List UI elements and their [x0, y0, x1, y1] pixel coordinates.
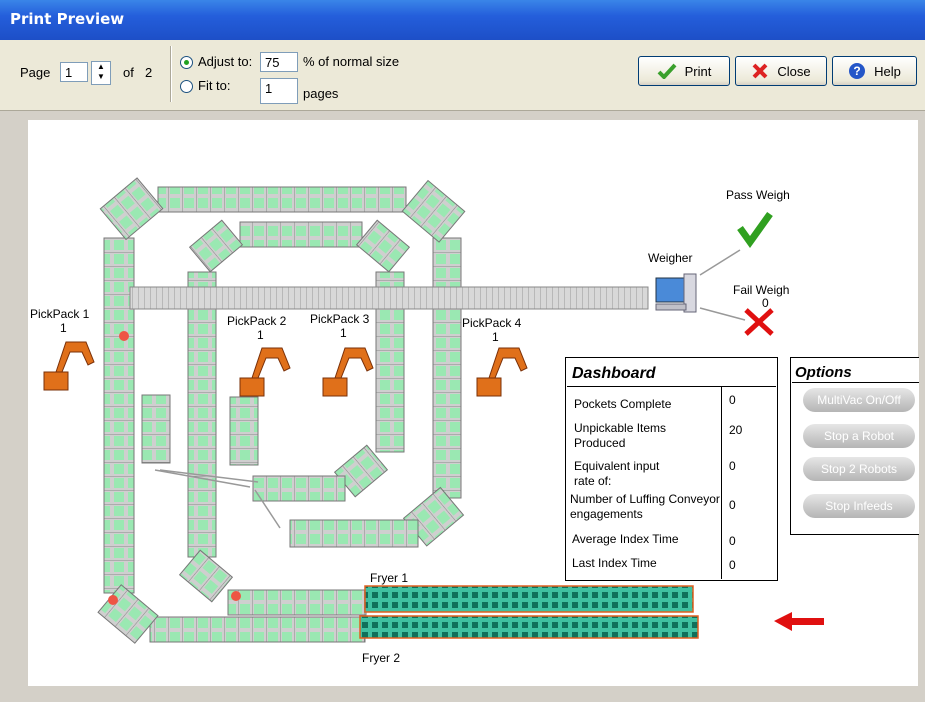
help-icon: ?	[849, 63, 866, 79]
page-number-input[interactable]: 1	[60, 62, 88, 82]
robot-icon	[239, 347, 291, 397]
computer-icon	[655, 273, 697, 313]
pickpack-2-label: PickPack 2	[227, 314, 287, 328]
chevron-down-icon[interactable]: ▼	[92, 72, 110, 82]
pickpack-2-count: 1	[257, 328, 264, 342]
normal-size-label: % of normal size	[303, 54, 400, 69]
conveyor-corner-top-left	[99, 177, 164, 241]
conveyor-fryer1-feed	[227, 589, 367, 616]
dashboard-label: Number of Luffing Conveyor engagements	[570, 492, 720, 521]
dashboard-label: Equivalent input rate of:	[574, 459, 660, 488]
chevron-up-icon[interactable]: ▲	[92, 62, 110, 72]
fit-to-label: Fit to:	[198, 78, 231, 93]
divider	[170, 46, 172, 102]
conveyor-left-inner	[187, 271, 217, 558]
fit-pages-input[interactable]: 1	[260, 78, 298, 104]
checkmark-icon	[657, 63, 677, 79]
title-bar: Print Preview	[0, 0, 925, 40]
conveyor-corner-inner-bottom-left	[178, 549, 234, 603]
divider	[792, 382, 919, 383]
conveyor-right-outer	[432, 237, 462, 499]
help-label: Help	[874, 63, 901, 79]
options-panel: Options MultiVac On/Off Stop a Robot Sto…	[790, 357, 919, 535]
dashboard-value: 0	[729, 558, 736, 572]
pickpack-1-label: PickPack 1	[30, 307, 90, 321]
dashboard-label: Last Index Time	[572, 556, 657, 570]
conveyor-corner-top-right	[401, 179, 466, 243]
weigher-label: Weigher	[648, 251, 692, 265]
stop-robot-button[interactable]: Stop a Robot	[803, 424, 915, 448]
stop-infeeds-button[interactable]: Stop Infeeds	[803, 494, 915, 518]
dashboard-label: Average Index Time	[572, 532, 679, 546]
page-spinner[interactable]: ▲ ▼	[91, 61, 111, 85]
buffer-mid	[229, 396, 259, 466]
svg-text:?: ?	[853, 64, 860, 78]
pickpack-4-count: 1	[492, 330, 499, 344]
pickpack-1-count: 1	[60, 321, 67, 335]
fryer-2-label: Fryer 2	[362, 651, 400, 665]
fryer-1-label: Fryer 1	[370, 571, 408, 585]
fail-weigh-count: 0	[762, 296, 769, 310]
dashboard-value: 0	[729, 459, 736, 473]
print-label: Print	[684, 63, 712, 79]
options-title: Options	[795, 364, 852, 381]
fail-weigh-label: Fail Weigh	[733, 283, 789, 297]
print-preview-toolbar: Page 1 ▲ ▼ of 2 Adjust to: 75 % of norma…	[0, 40, 925, 111]
close-icon	[744, 308, 774, 336]
dashboard-value: 0	[729, 534, 736, 548]
conveyor-corner-bottom-left	[97, 584, 159, 644]
pickpack-4-label: PickPack 4	[462, 316, 522, 330]
dashboard-label: Pockets Complete	[574, 397, 672, 411]
conveyor-lower-feed	[289, 519, 419, 548]
of-label: of	[123, 65, 134, 80]
alarm-dot	[119, 331, 129, 341]
dashboard-value: 20	[729, 423, 743, 437]
conveyor-top-outer	[157, 186, 407, 213]
close-icon	[752, 63, 768, 79]
checkmark-icon	[737, 211, 773, 249]
buffer-left	[141, 394, 171, 464]
pickpack-3-count: 1	[340, 326, 347, 340]
print-button[interactable]: Print	[638, 56, 730, 86]
window-title: Print Preview	[10, 10, 125, 28]
conveyor-corner-inner-left	[188, 219, 244, 273]
main-line-conveyor	[129, 286, 649, 310]
alarm-dot	[108, 595, 118, 605]
divider	[721, 386, 722, 579]
conveyor-layout-diagram: PickPack 1 1 PickPack 2 1 PickPack 3 1 P…	[30, 177, 824, 665]
conveyor-corner-inner-right	[355, 219, 411, 273]
pickpack-3-label: PickPack 3	[310, 312, 370, 326]
zoom-input[interactable]: 75	[260, 52, 298, 72]
pages-label: pages	[303, 86, 339, 101]
conveyor-inner-bottom	[252, 475, 346, 502]
divider	[567, 386, 776, 387]
dashboard-value: 0	[729, 498, 736, 512]
fit-to-radio[interactable]	[180, 80, 193, 93]
dashboard-value: 0	[729, 393, 736, 407]
conveyor-top-inner	[239, 221, 363, 248]
dashboard-title: Dashboard	[572, 365, 656, 382]
close-label: Close	[777, 63, 811, 79]
alarm-dot	[231, 591, 241, 601]
page-count: 2	[145, 65, 153, 80]
robot-icon	[476, 347, 528, 397]
dashboard-label: Unpickable Items Produced	[574, 421, 667, 450]
help-button[interactable]: ? Help	[832, 56, 917, 86]
robot-icon	[43, 341, 95, 391]
stop-2-robots-button[interactable]: Stop 2 Robots	[803, 457, 915, 481]
conveyor-bottom-outer	[149, 616, 366, 643]
preview-page: PickPack 1 1 PickPack 2 1 PickPack 3 1 P…	[28, 120, 918, 686]
adjust-to-label: Adjust to:	[198, 54, 253, 69]
dashboard-panel: Dashboard Pockets Complete 0 Unpickable …	[565, 357, 778, 581]
adjust-to-radio[interactable]	[180, 56, 193, 69]
fryer-2	[359, 615, 699, 639]
fryer-1	[364, 585, 694, 613]
multivac-toggle-button[interactable]: MultiVac On/Off	[803, 388, 915, 412]
close-button[interactable]: Close	[735, 56, 827, 86]
page-label: Page	[20, 65, 51, 80]
pass-weigh-label: Pass Weigh	[726, 188, 790, 202]
robot-icon	[322, 347, 374, 397]
red-arrow-icon	[774, 612, 824, 631]
